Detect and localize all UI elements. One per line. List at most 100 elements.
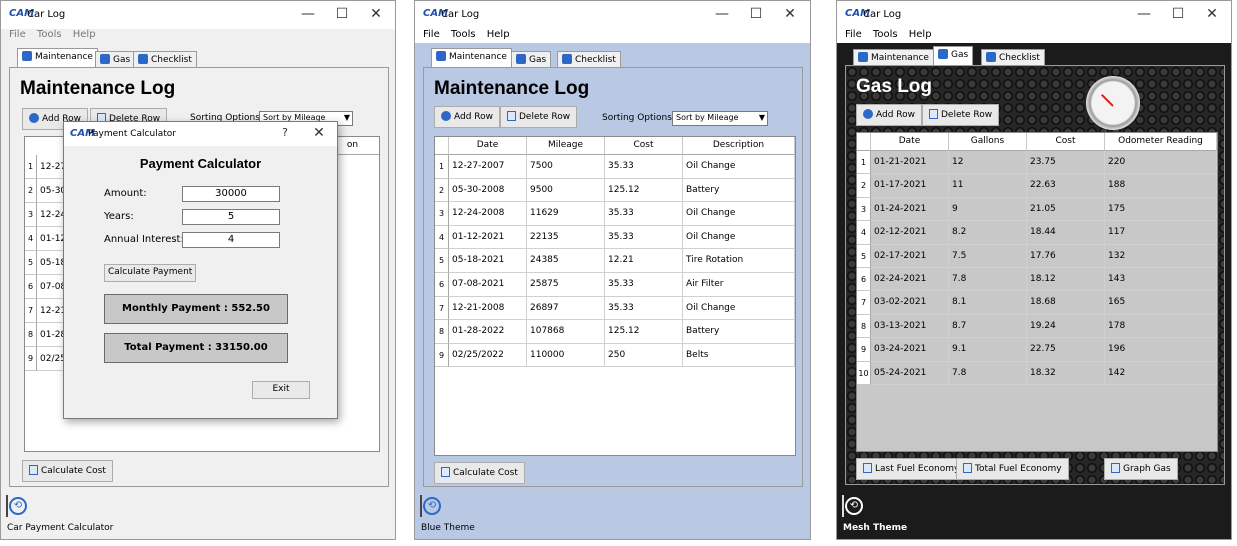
table-cell[interactable]: 12-21-2008 bbox=[449, 296, 527, 321]
table-cell[interactable]: 35.33 bbox=[605, 225, 683, 250]
table-cell[interactable]: 8.2 bbox=[949, 221, 1027, 245]
table-cell[interactable]: 22.63 bbox=[1027, 174, 1105, 198]
menu-help[interactable]: Help bbox=[73, 29, 96, 40]
years-input[interactable]: 5 bbox=[182, 209, 280, 225]
table-cell[interactable]: 11629 bbox=[527, 202, 605, 226]
delete-row-button[interactable]: Delete Row bbox=[500, 106, 578, 128]
table-cell[interactable]: 12.21 bbox=[605, 249, 683, 273]
table-cell[interactable]: 178 bbox=[1105, 314, 1217, 339]
menu-file[interactable]: File bbox=[423, 29, 440, 40]
table-cell[interactable]: 7.8 bbox=[949, 268, 1027, 292]
table-cell[interactable]: 9500 bbox=[527, 178, 605, 203]
interest-input[interactable]: 4 bbox=[182, 232, 280, 248]
table-cell[interactable]: 9.1 bbox=[949, 338, 1027, 362]
table-cell[interactable]: Air Filter bbox=[683, 273, 795, 297]
table-cell[interactable]: Oil Change bbox=[683, 296, 795, 321]
column-header[interactable]: Cost bbox=[605, 137, 683, 155]
table-cell[interactable]: 175 bbox=[1105, 197, 1217, 222]
tab-maintenance[interactable]: Maintenance bbox=[431, 48, 512, 69]
graph-gas-button[interactable]: Graph Gas bbox=[1104, 458, 1178, 480]
table-cell[interactable]: 7500 bbox=[527, 155, 605, 179]
table-cell[interactable]: 12-27-2007 bbox=[449, 155, 527, 179]
column-header[interactable]: Odometer Reading bbox=[1105, 133, 1217, 151]
column-header[interactable]: Cost bbox=[1027, 133, 1105, 151]
amount-input[interactable]: 30000 bbox=[182, 186, 280, 202]
table-cell[interactable]: Battery bbox=[683, 178, 795, 203]
calculate-cost-button[interactable]: Calculate Cost bbox=[434, 462, 525, 484]
table-cell[interactable]: 01-21-2021 bbox=[871, 151, 949, 175]
total-fuel-economy-button[interactable]: Total Fuel Economy bbox=[956, 458, 1069, 480]
run-icon[interactable]: ⟲ bbox=[845, 497, 863, 515]
gas-table[interactable]: Date Gallons Cost Odometer Reading 1 01-21-20… bbox=[856, 132, 1218, 452]
table-cell[interactable]: 8.7 bbox=[949, 314, 1027, 339]
table-cell[interactable]: 35.33 bbox=[605, 296, 683, 321]
table-cell[interactable]: 35.33 bbox=[605, 273, 683, 297]
menu-tools[interactable]: Tools bbox=[873, 29, 898, 40]
help-button[interactable]: ? bbox=[268, 124, 302, 144]
table-cell[interactable]: 35.33 bbox=[605, 155, 683, 179]
table-cell[interactable]: 18.68 bbox=[1027, 291, 1105, 315]
last-fuel-economy-button[interactable]: Last Fuel Economy bbox=[856, 458, 967, 480]
minimize-button[interactable]: — bbox=[1127, 5, 1161, 25]
table-cell[interactable]: Belts bbox=[683, 343, 795, 368]
table-cell[interactable]: Oil Change bbox=[683, 155, 795, 179]
table-cell[interactable]: 22135 bbox=[527, 225, 605, 250]
run-icon[interactable]: ⟲ bbox=[9, 497, 27, 515]
maintenance-table[interactable]: Date Mileage Cost Description 1 12-27-2007 750… bbox=[434, 136, 796, 456]
table-cell[interactable]: 01-28-2022 bbox=[449, 320, 527, 344]
table-cell[interactable]: 18.12 bbox=[1027, 268, 1105, 292]
table-cell[interactable]: 188 bbox=[1105, 174, 1217, 198]
tab-maintenance[interactable]: Maintenance bbox=[17, 48, 98, 69]
add-row-button[interactable]: Add Row bbox=[434, 106, 501, 128]
column-header[interactable]: Mileage bbox=[527, 137, 605, 155]
table-cell[interactable]: 35.33 bbox=[605, 202, 683, 226]
table-cell[interactable]: 03-24-2021 bbox=[871, 338, 949, 362]
delete-row-button[interactable]: Delete Row bbox=[922, 104, 1000, 126]
table-cell[interactable]: 05-24-2021 bbox=[871, 361, 949, 385]
column-header[interactable]: Date bbox=[871, 133, 949, 151]
menu-help[interactable]: Help bbox=[487, 29, 510, 40]
table-cell[interactable]: Oil Change bbox=[683, 202, 795, 226]
sort-select[interactable]: Sort by Mileage ▼ bbox=[672, 111, 768, 126]
exit-button[interactable]: Exit bbox=[252, 381, 310, 399]
table-cell[interactable]: Tire Rotation bbox=[683, 249, 795, 273]
table-cell[interactable]: Oil Change bbox=[683, 225, 795, 250]
table-cell[interactable]: 01-12-2021 bbox=[449, 225, 527, 250]
table-cell[interactable]: 18.44 bbox=[1027, 221, 1105, 245]
table-cell[interactable]: 8.1 bbox=[949, 291, 1027, 315]
table-cell[interactable]: 142 bbox=[1105, 361, 1217, 385]
table-cell[interactable]: 125.12 bbox=[605, 178, 683, 203]
close-button[interactable]: ✕ bbox=[1195, 5, 1229, 25]
table-cell[interactable]: Battery bbox=[683, 320, 795, 344]
table-cell[interactable]: 12-24-2008 bbox=[449, 202, 527, 226]
minimize-button[interactable]: — bbox=[291, 5, 325, 25]
calculate-payment-button[interactable]: Calculate Payment bbox=[104, 264, 197, 282]
table-cell[interactable]: 02-12-2021 bbox=[871, 221, 949, 245]
table-cell[interactable]: 11 bbox=[949, 174, 1027, 198]
table-cell[interactable]: 25875 bbox=[527, 273, 605, 297]
table-cell[interactable]: 132 bbox=[1105, 244, 1217, 268]
menu-tools[interactable]: Tools bbox=[451, 29, 476, 40]
table-cell[interactable]: 05-30-2008 bbox=[449, 178, 527, 203]
close-button[interactable]: ✕ bbox=[773, 5, 807, 25]
column-header[interactable]: Date bbox=[449, 137, 527, 155]
table-cell[interactable]: 03-13-2021 bbox=[871, 314, 949, 339]
table-cell[interactable]: 24385 bbox=[527, 249, 605, 273]
table-cell[interactable]: 21.05 bbox=[1027, 197, 1105, 222]
table-cell[interactable]: 05-18-2021 bbox=[449, 249, 527, 273]
minimize-button[interactable]: — bbox=[705, 5, 739, 25]
menu-help[interactable]: Help bbox=[909, 29, 932, 40]
table-cell[interactable]: 18.32 bbox=[1027, 361, 1105, 385]
table-cell[interactable]: 02-17-2021 bbox=[871, 244, 949, 268]
column-header[interactable]: Gallons bbox=[949, 133, 1027, 151]
table-cell[interactable]: 250 bbox=[605, 343, 683, 368]
table-cell[interactable]: 26897 bbox=[527, 296, 605, 321]
table-cell[interactable]: 02/25/2022 bbox=[449, 343, 527, 368]
table-cell[interactable]: 110000 bbox=[527, 343, 605, 368]
table-cell[interactable]: 19.24 bbox=[1027, 314, 1105, 339]
table-cell[interactable]: 7.5 bbox=[949, 244, 1027, 268]
run-icon[interactable]: ⟲ bbox=[423, 497, 441, 515]
dialog-close-button[interactable]: ✕ bbox=[302, 124, 336, 144]
table-cell[interactable]: 125.12 bbox=[605, 320, 683, 344]
table-cell[interactable]: 01-24-2021 bbox=[871, 197, 949, 222]
